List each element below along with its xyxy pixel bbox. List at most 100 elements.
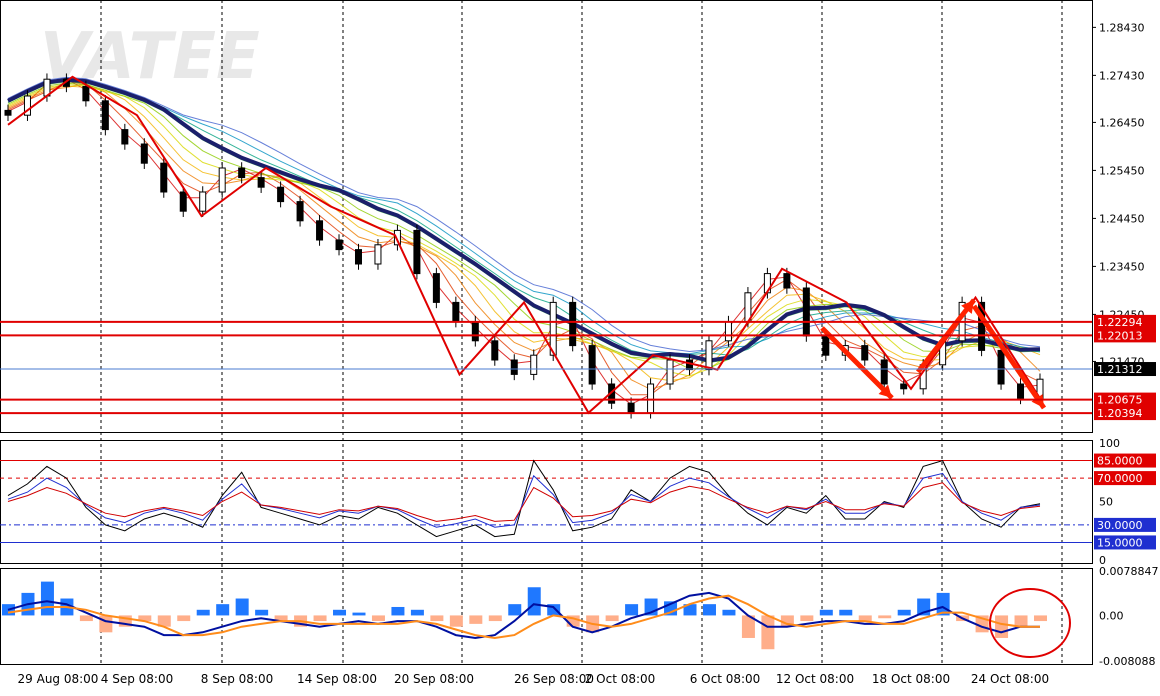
candle-body xyxy=(452,301,460,323)
candle-body xyxy=(822,335,830,356)
macd-histogram-bar xyxy=(235,598,249,616)
macd-histogram-bar xyxy=(196,609,210,616)
candle-body xyxy=(997,349,1005,385)
macd-histogram-bar xyxy=(216,604,230,616)
macd-histogram-bar xyxy=(430,615,444,622)
candle-body xyxy=(471,321,479,342)
candle-body xyxy=(179,191,187,212)
macd-histogram-bar xyxy=(391,606,405,616)
macd-histogram-bar xyxy=(995,615,1009,638)
candle-body xyxy=(861,345,869,361)
macd-histogram-bar xyxy=(177,615,191,622)
macd-histogram-bar xyxy=(761,615,775,650)
macd-histogram-bar xyxy=(469,615,483,624)
level-label: 1.22294 xyxy=(1097,316,1143,329)
candle-body xyxy=(335,239,343,251)
macd-histogram-bar xyxy=(488,615,502,622)
macd-histogram-bar xyxy=(449,615,463,627)
candle-body xyxy=(900,383,908,390)
candle-body xyxy=(802,287,810,337)
candle-body xyxy=(491,340,499,361)
candle-body xyxy=(257,177,265,188)
candle-body xyxy=(199,191,207,212)
macd-histogram-bar xyxy=(79,615,93,622)
macd-histogram-bar xyxy=(897,609,911,616)
candle-body xyxy=(783,273,791,289)
candle-body xyxy=(354,249,362,265)
candle-body xyxy=(588,345,596,385)
macd-tick-label: 0.0078847 xyxy=(1099,565,1159,578)
trading-chart: VATEE 1.28430 1.27430 1.26450 1.25450 1.24450… xyxy=(0,0,1160,692)
candle-body xyxy=(121,129,129,145)
candle-body xyxy=(647,383,655,414)
x-tick-label: 29 Aug 08:00 xyxy=(18,672,99,686)
candle-body xyxy=(724,321,732,342)
candle-body xyxy=(101,100,109,131)
y-tick-label: 1.24450 xyxy=(1099,212,1145,225)
y-tick-label: 1.25450 xyxy=(1099,164,1145,177)
current-price-label: 1.21312 xyxy=(1097,363,1143,376)
macd-histogram-bar xyxy=(1034,615,1047,622)
y-tick-label: 1.23450 xyxy=(1099,260,1145,273)
macd-histogram-bar xyxy=(605,615,619,622)
rsi-tick-label: 50 xyxy=(1099,496,1113,509)
candle-body xyxy=(530,354,538,375)
candle-body xyxy=(705,340,713,371)
x-tick-label: 2 Oct 08:00 xyxy=(585,672,656,686)
macd-histogram-bar xyxy=(40,581,54,616)
macd-histogram-bar xyxy=(371,615,385,622)
macd-histogram-bar xyxy=(1014,615,1028,627)
candle-body xyxy=(1017,383,1025,399)
y-tick-label: 1.28430 xyxy=(1099,21,1145,34)
y-tick-label: 1.26450 xyxy=(1099,116,1145,129)
candle-body xyxy=(413,229,421,275)
macd-histogram-bar xyxy=(819,609,833,616)
macd-histogram-bar xyxy=(722,609,736,616)
macd-tick-label: -0.008088 xyxy=(1099,655,1155,668)
rsi-level-label: 85.0000 xyxy=(1097,455,1143,468)
macd-histogram-bar xyxy=(313,615,327,622)
macd-histogram-bar xyxy=(508,604,522,616)
candle-body xyxy=(316,220,324,241)
macd-tick-label: 0.00 xyxy=(1099,609,1124,622)
y-tick-label: 1.27430 xyxy=(1099,69,1145,82)
macd-histogram-bar xyxy=(878,615,892,619)
candle-body xyxy=(160,162,168,193)
candle-body xyxy=(238,167,246,179)
macd-histogram-bar xyxy=(702,604,716,616)
rsi-level-label: 15.0000 xyxy=(1097,536,1143,549)
macd-histogram-bar xyxy=(527,587,541,616)
level-label: 1.20675 xyxy=(1097,394,1143,407)
rsi-level-label: 70.0000 xyxy=(1097,472,1143,485)
candle-body xyxy=(4,109,12,116)
level-label: 1.22013 xyxy=(1097,329,1143,342)
macd-histogram-bar xyxy=(352,612,366,616)
candle-body xyxy=(374,244,382,265)
x-tick-label: 18 Oct 08:00 xyxy=(872,672,950,686)
candle-body xyxy=(569,301,577,347)
macd-histogram-bar xyxy=(625,604,639,616)
macd-histogram-bar xyxy=(255,609,269,616)
candle-body xyxy=(627,402,635,414)
level-label: 1.20394 xyxy=(1097,407,1143,420)
x-tick-label: 8 Sep 08:00 xyxy=(201,672,273,686)
x-tick-label: 14 Sep 08:00 xyxy=(297,672,377,686)
x-tick-label: 20 Sep 08:00 xyxy=(394,672,474,686)
x-tick-label: 6 Oct 08:00 xyxy=(690,672,761,686)
x-tick-label: 24 Oct 08:00 xyxy=(971,672,1049,686)
candle-body xyxy=(82,85,90,102)
chart-svg: VATEE 1.284301.274301.264501.254501.24450… xyxy=(0,0,1160,692)
candle-body xyxy=(432,273,440,303)
rsi-level-label: 30.0000 xyxy=(1097,519,1143,532)
candle-body xyxy=(140,143,148,164)
macd-histogram-bar xyxy=(333,609,347,616)
x-tick-label: 12 Oct 08:00 xyxy=(776,672,854,686)
macd-histogram-bar xyxy=(800,615,814,622)
macd-histogram-bar xyxy=(99,615,113,633)
candle-body xyxy=(277,186,285,203)
macd-histogram-bar xyxy=(839,609,853,616)
candle-body xyxy=(510,359,518,375)
candle-body xyxy=(218,167,226,193)
x-tick-label: 26 Sep 08:00 xyxy=(514,672,594,686)
candle-body xyxy=(296,201,304,222)
